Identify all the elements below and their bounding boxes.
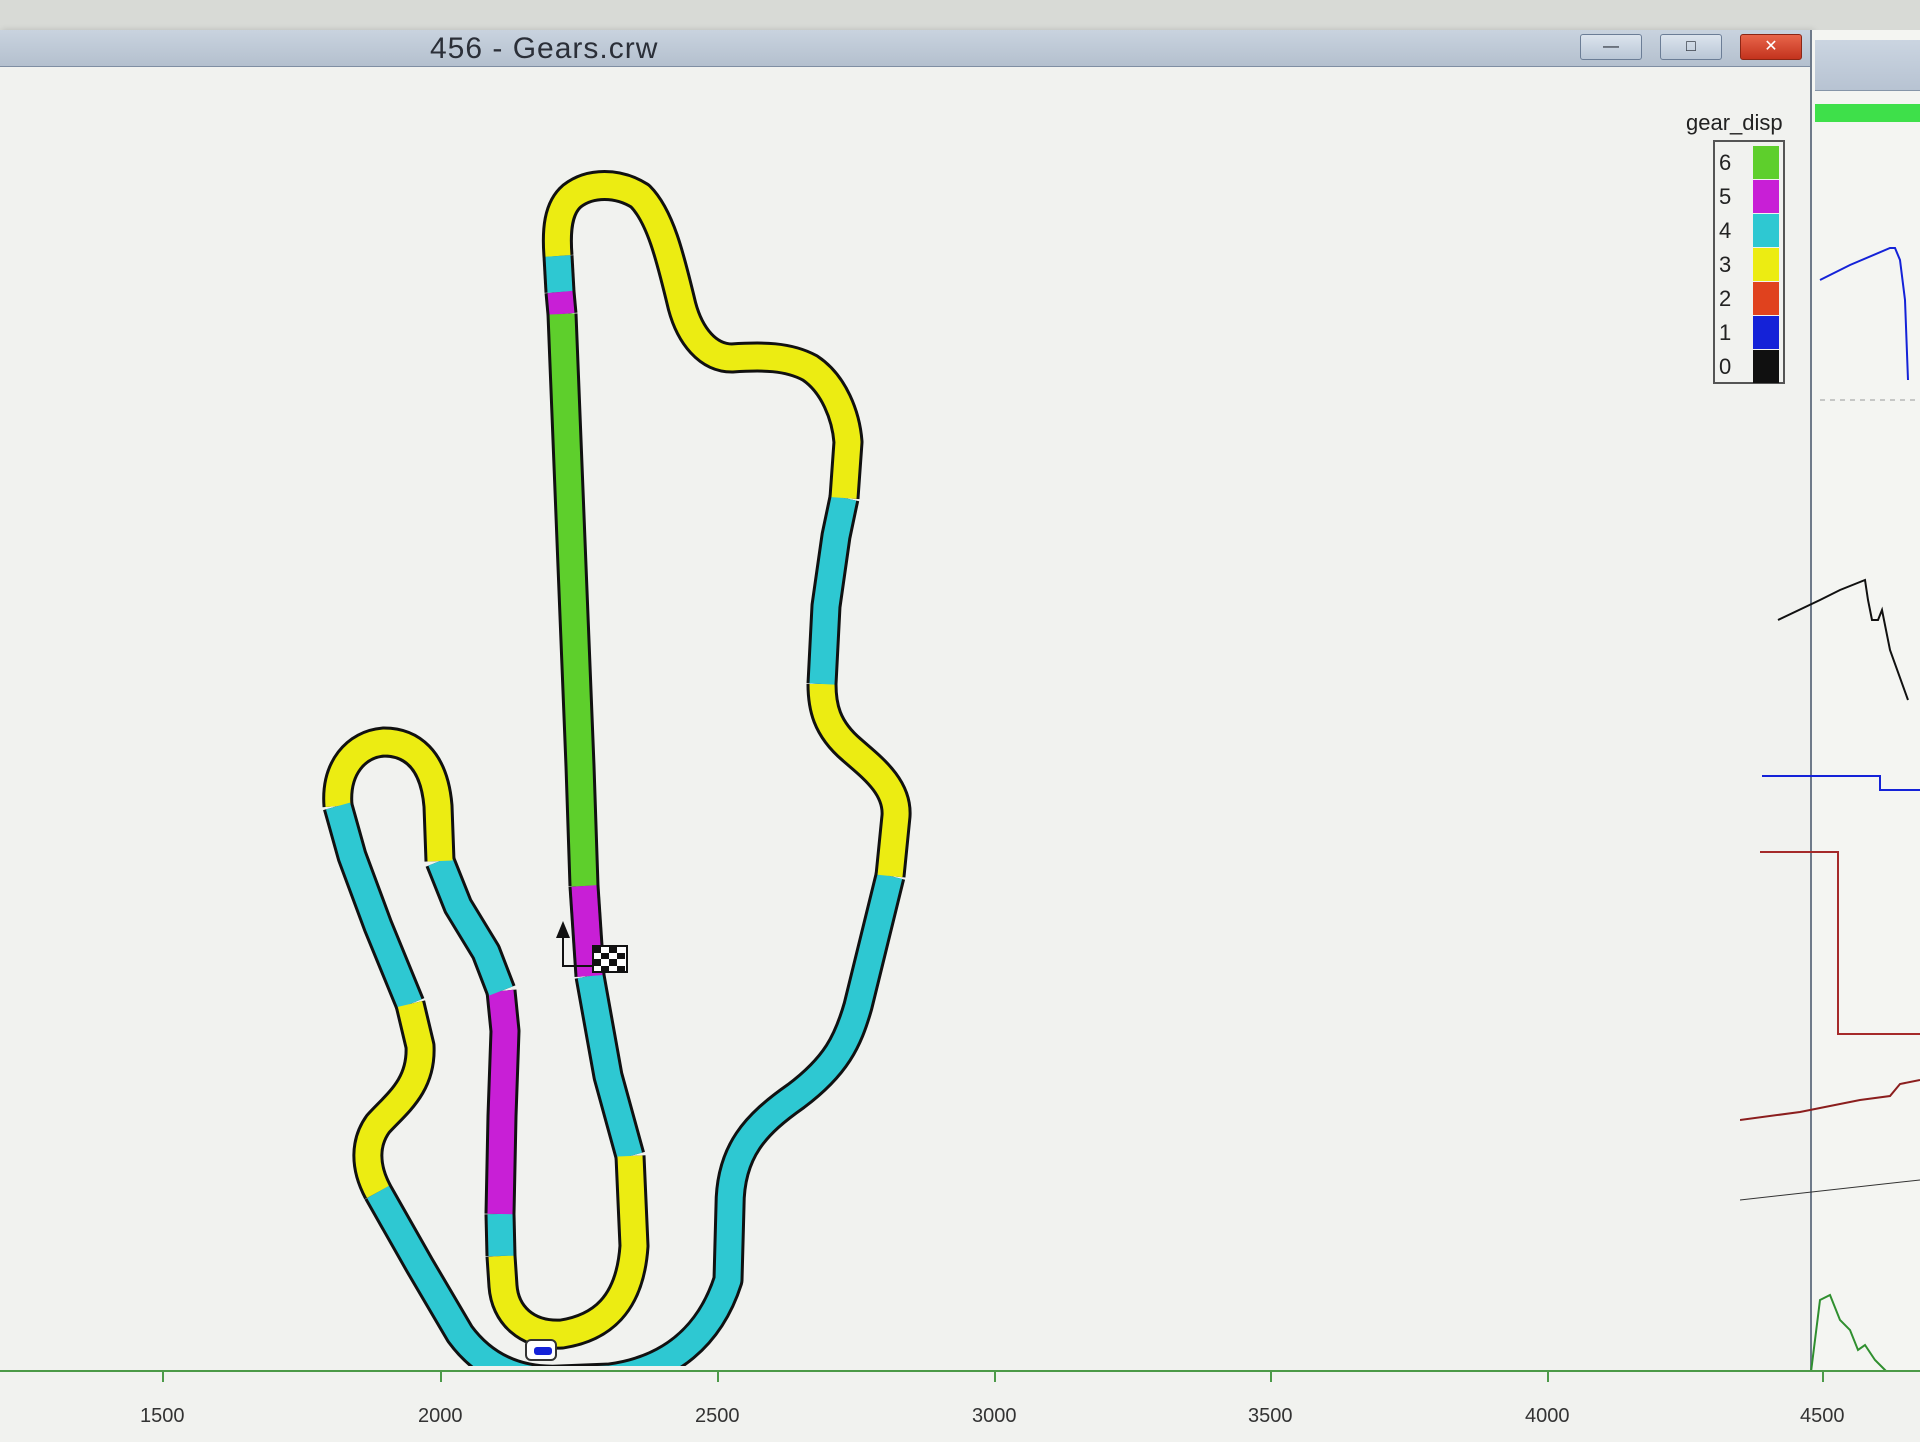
window-title: 456 - Gears.crw [430, 32, 659, 65]
track-segment-gear-3[interactable] [355, 1001, 433, 1198]
axis-tick-mark [440, 1372, 442, 1382]
monitor-bezel-top [0, 0, 1920, 30]
legend-item-label: 5 [1719, 184, 1732, 209]
checkered-flag-icon[interactable] [592, 945, 628, 973]
track-segments [322, 170, 912, 1366]
track-segment-gear-4[interactable] [545, 255, 573, 293]
side-panel-titlebar[interactable] [1815, 40, 1920, 91]
track-segment-gear-4[interactable] [428, 856, 513, 996]
axis-tick-label: 4500 [1800, 1405, 1845, 1427]
track-map[interactable] [0, 66, 1806, 1366]
axis-tick-label: 3500 [1248, 1405, 1293, 1427]
maximize-button[interactable]: □ [1660, 34, 1722, 60]
legend-item-label: 1 [1719, 320, 1732, 345]
track-segment-gear-3[interactable] [809, 683, 909, 878]
close-icon: ✕ [1764, 38, 1778, 55]
track-segment-gear-5[interactable] [547, 290, 575, 316]
legend-item-label: 4 [1719, 218, 1732, 243]
trace-green [1809, 1293, 1920, 1380]
track-map-window[interactable]: 456 - Gears.crw — □ ✕ gear_disp 6 5 4 3 … [0, 30, 1812, 1370]
legend-item-label: 3 [1719, 252, 1732, 277]
track-segment-gear-5[interactable] [487, 989, 518, 1215]
axis-tick-label: 4000 [1525, 1405, 1570, 1427]
trace-red-dark [1740, 1079, 1920, 1121]
window-titlebar[interactable]: 456 - Gears.crw — □ ✕ [0, 30, 1810, 67]
side-channel-traces [1740, 247, 1920, 1380]
track-segment-gear-4[interactable] [325, 802, 422, 1009]
close-button[interactable]: ✕ [1740, 34, 1802, 60]
maximize-icon: □ [1686, 38, 1696, 55]
axis-tick-label: 3000 [972, 1405, 1017, 1427]
legend-swatch [1753, 146, 1779, 179]
axis-tick-mark [1270, 1372, 1272, 1382]
track-segment-gear-3[interactable] [544, 173, 861, 499]
trace-red [1760, 851, 1920, 1035]
track-segment-gear-3[interactable] [488, 1155, 647, 1347]
legend-item-label: 0 [1719, 354, 1732, 379]
legend-item-label: 2 [1719, 286, 1732, 311]
minimize-icon: — [1603, 38, 1619, 55]
car-position-icon[interactable] [525, 1339, 557, 1361]
axis-tick-mark [1547, 1372, 1549, 1382]
axis-tick-mark [162, 1372, 164, 1382]
trace-black [1777, 578, 1909, 701]
legend-title: gear_disp [1686, 110, 1783, 135]
time-axis [0, 1370, 1920, 1442]
legend-item-label: 6 [1719, 150, 1732, 175]
axis-tick-mark [994, 1372, 996, 1382]
trace-gray [1740, 1179, 1920, 1201]
trace-blue-upper [1819, 247, 1909, 381]
minimize-button[interactable]: — [1580, 34, 1642, 60]
track-segment-gear-5[interactable] [571, 885, 603, 977]
legend-item-gear-6: 6 [1715, 144, 1783, 181]
axis-tick-label: 2500 [695, 1405, 740, 1427]
axis-tick-label: 1500 [140, 1405, 185, 1427]
axis-tick-mark [1822, 1372, 1824, 1382]
axis-tick-label: 2000 [418, 1405, 463, 1427]
side-panel-status-bar [1815, 104, 1920, 122]
axis-tick-mark [717, 1372, 719, 1382]
track-segment-gear-4[interactable] [487, 1213, 514, 1257]
trace-blue-lower [1762, 775, 1920, 791]
